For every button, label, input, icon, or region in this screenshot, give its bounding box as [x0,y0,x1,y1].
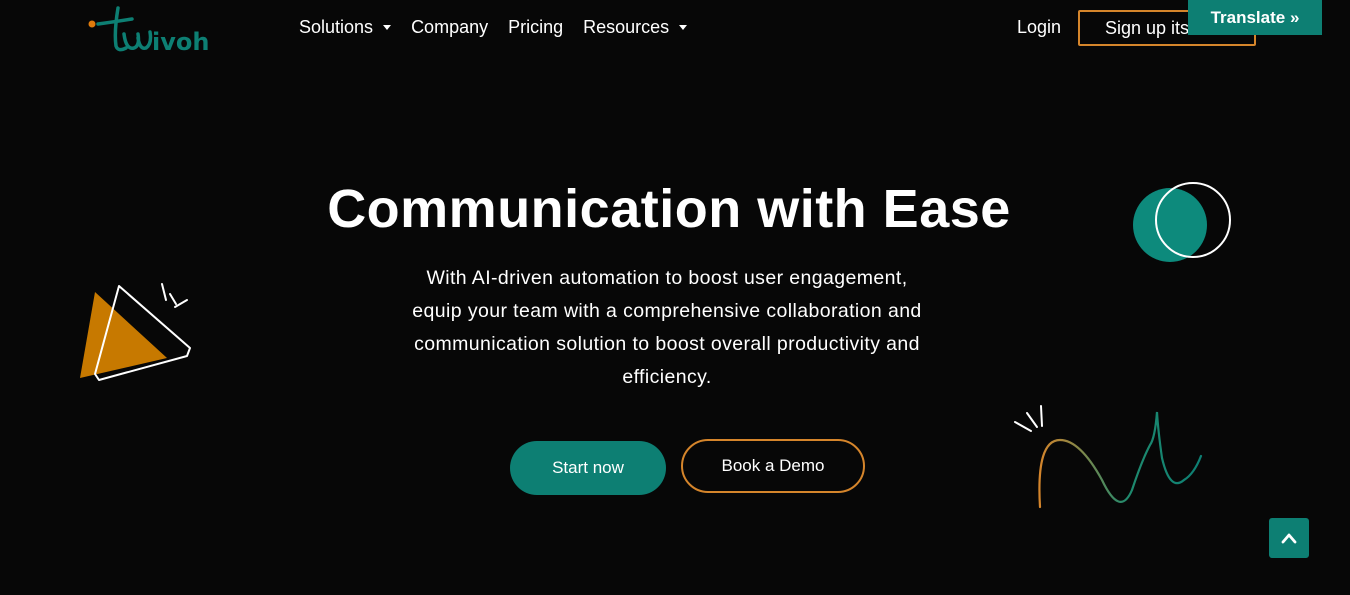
chevron-up-icon [1281,533,1297,544]
book-demo-button[interactable]: Book a Demo [681,439,865,493]
hero-subtitle-line: efficiency. [622,366,712,388]
book-demo-label: Book a Demo [721,456,825,475]
brand-logo[interactable]: trivoh ivoh [88,2,218,56]
circles-decoration-icon [1133,182,1231,262]
hero-subtitle-line: With AI-driven automation to boost user … [426,267,908,289]
hero-subtitle-line: communication solution to boost overall … [414,333,920,355]
logo-wordmark-shape: ivoh [122,28,209,56]
start-now-label: Start now [552,458,624,477]
nav-pricing-label: Pricing [508,17,564,37]
caret-down-icon [383,25,392,30]
nav-company[interactable]: Company [411,17,488,38]
hero-subtitle: With AI-driven automation to boost user … [360,262,974,394]
main-menu: Solutions Company Pricing Resources [299,17,707,38]
top-navigation: trivoh ivoh Solutions Company Pricing Re… [0,0,1350,58]
nav-solutions-label: Solutions [299,17,374,37]
triangle-decoration-icon [80,283,191,381]
nav-company-label: Company [411,17,489,37]
nav-solutions[interactable]: Solutions [299,17,392,38]
scroll-to-top-button[interactable] [1269,518,1309,558]
start-now-button[interactable]: Start now [510,441,666,495]
login-link[interactable]: Login [1017,17,1061,38]
nav-resources[interactable]: Resources [583,17,688,38]
translate-button[interactable]: Translate » [1188,0,1322,35]
nav-pricing[interactable]: Pricing [508,17,563,38]
nav-resources-label: Resources [583,17,670,37]
svg-text:ivoh: ivoh [152,28,209,56]
hero-subtitle-line: equip your team with a comprehensive col… [412,300,922,322]
wave-decoration-icon [1014,405,1203,509]
caret-down-icon [679,25,688,30]
